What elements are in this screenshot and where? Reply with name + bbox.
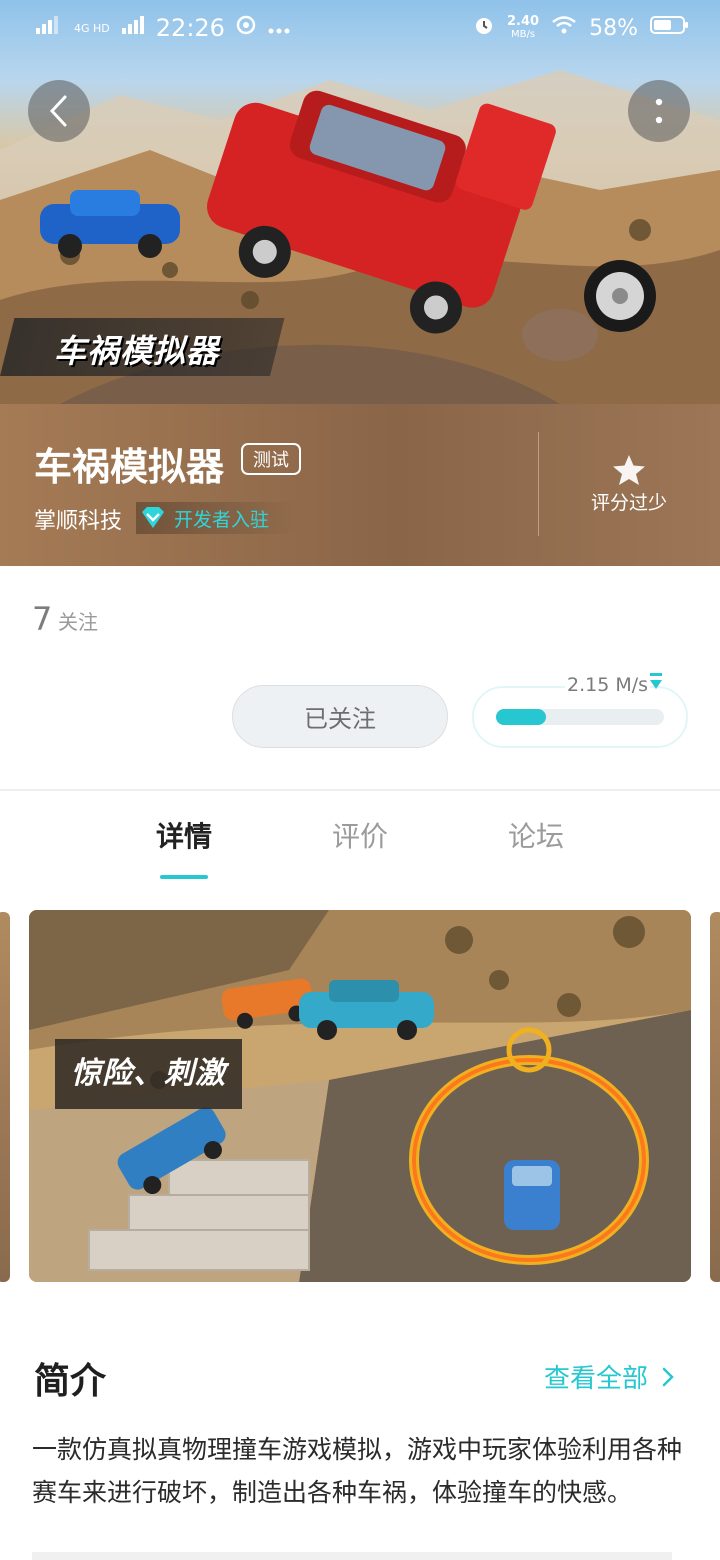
- clock-time: 22:26: [155, 14, 225, 42]
- screenshot-prev-peek[interactable]: [0, 912, 10, 1282]
- developer-tag-label: 开发者入驻: [174, 508, 270, 531]
- view-all-label: 查看全部: [544, 1364, 649, 1394]
- developer-verified-tag[interactable]: 开发者入驻: [136, 502, 298, 534]
- download-arrow-icon: [648, 672, 664, 696]
- chevron-left-icon: [49, 95, 67, 127]
- network-4g-label: 4G: [74, 21, 90, 35]
- rating-label: 评分过少: [590, 492, 667, 514]
- signal-icon: [34, 14, 64, 42]
- more-options-button[interactable]: [628, 80, 690, 142]
- network-speed-value: 2.40: [507, 14, 540, 29]
- battery-percent: 58%: [589, 15, 638, 41]
- followers-count: 7: [32, 600, 53, 638]
- chevron-right-icon: [662, 1367, 674, 1386]
- game-title: 车祸模拟器: [34, 445, 225, 489]
- followers-label: 关注: [58, 610, 98, 634]
- tab-reviews[interactable]: 评价: [300, 815, 420, 855]
- intro-heading: 简介: [34, 1361, 107, 1402]
- status-bar: 4G HD 22:26 2.40 MB/s 58%: [0, 0, 720, 58]
- star-icon: [612, 454, 646, 490]
- network-speed-unit: MB/s: [511, 29, 536, 40]
- more-vertical-icon: [655, 98, 663, 124]
- developer-name[interactable]: 掌顺科技: [34, 503, 122, 535]
- diamond-icon: [142, 507, 164, 528]
- test-badge: 测试: [241, 443, 301, 475]
- network-type: 4G HD: [74, 23, 110, 34]
- alarm-icon: [473, 14, 495, 42]
- tab-details[interactable]: 详情: [124, 815, 244, 855]
- wifi-icon: [551, 15, 577, 41]
- hero-logo-text: 车祸模拟器: [54, 332, 220, 370]
- follow-button-label: 已关注: [304, 705, 376, 733]
- download-progress-fill: [496, 709, 546, 725]
- app-notification-icon: [235, 14, 257, 42]
- more-notifications-icon: [267, 16, 291, 41]
- screenshot-caption: 惊险、刺激: [55, 1039, 242, 1109]
- screenshot-next-peek[interactable]: [710, 912, 720, 1282]
- battery-icon: [650, 14, 690, 42]
- tab-forum[interactable]: 论坛: [476, 815, 596, 855]
- back-button[interactable]: [28, 80, 90, 142]
- cut-off-text-line: [32, 1552, 672, 1560]
- network-hd-label: HD: [93, 21, 110, 35]
- info-divider: [538, 432, 539, 536]
- download-speed: 2.15 M/s: [565, 674, 651, 696]
- signal-icon-2: [120, 14, 146, 42]
- tab-active-indicator: [160, 875, 208, 879]
- section-separator: [0, 789, 720, 791]
- intro-description: 一款仿真拟真物理撞车游戏模拟，游戏中玩家体验利用各种赛车来进行破坏，制造出各种车…: [32, 1435, 683, 1507]
- follow-button[interactable]: 已关注: [232, 685, 448, 748]
- view-all-link[interactable]: 查看全部: [544, 1358, 674, 1395]
- network-speed: 2.40 MB/s: [507, 15, 539, 41]
